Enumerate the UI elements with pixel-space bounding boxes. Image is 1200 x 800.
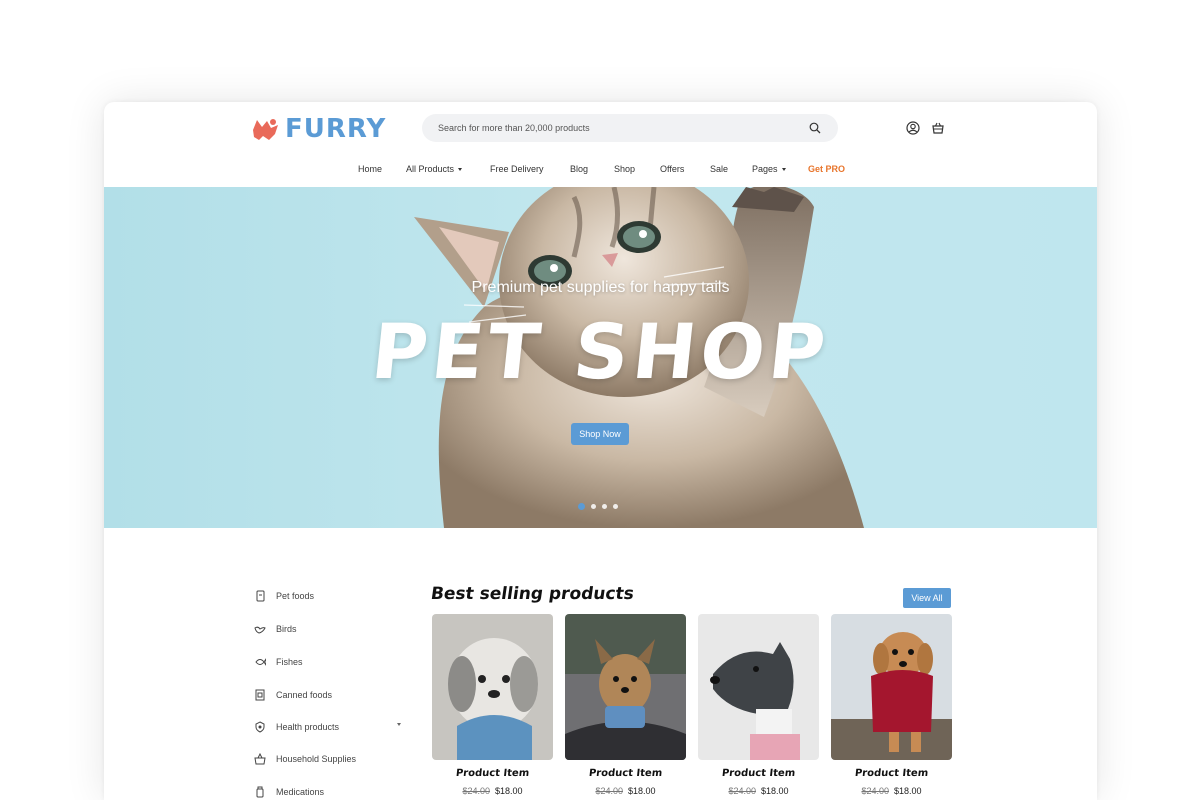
category-label: Pet foods <box>276 591 315 601</box>
product-prices: $24.00 $18.00 <box>831 786 952 796</box>
caret-down-icon <box>458 167 463 171</box>
category-label: Household Supplies <box>276 754 357 764</box>
old-price: $24.00 <box>595 786 623 796</box>
slider-dot[interactable] <box>602 504 607 509</box>
product-name[interactable]: Product Item <box>564 768 686 779</box>
old-price: $24.00 <box>728 786 756 796</box>
nav-label: Pages <box>752 164 778 174</box>
nav-blog[interactable]: Blog <box>570 164 588 174</box>
view-all-button[interactable]: View All <box>903 588 951 608</box>
category-item[interactable]: Medications <box>254 786 404 798</box>
nav-home[interactable]: Home <box>358 164 382 174</box>
slider-dot[interactable] <box>578 503 585 510</box>
product-image[interactable] <box>698 614 819 760</box>
price: $18.00 <box>495 786 523 796</box>
old-price: $24.00 <box>861 786 889 796</box>
nav-label: Get PRO <box>808 164 846 174</box>
slider-dot[interactable] <box>613 504 618 509</box>
product-card[interactable]: Product Item $24.00 $18.00 <box>432 614 553 796</box>
nav-label: Free Delivery <box>490 164 544 174</box>
product-name[interactable]: Product Item <box>697 768 819 779</box>
nav-all-products[interactable]: All Products <box>406 164 463 174</box>
product-prices: $24.00 $18.00 <box>698 786 819 796</box>
product-image[interactable] <box>565 614 686 760</box>
nav-offers[interactable]: Offers <box>660 164 684 174</box>
nav-label: Shop <box>614 164 636 174</box>
product-card[interactable]: Product Item $24.00 $18.00 <box>698 614 819 796</box>
product-prices: $24.00 $18.00 <box>432 786 553 796</box>
search-bar[interactable]: Search for more than 20,000 products <box>422 114 838 142</box>
hero-subtitle: Premium pet supplies for happy tails <box>471 279 730 296</box>
product-name[interactable]: Product Item <box>830 768 952 779</box>
paw-logo-icon <box>253 119 278 140</box>
nav-label: Blog <box>570 164 589 174</box>
slider-dots <box>578 503 618 510</box>
cart-icon[interactable] <box>931 121 945 135</box>
product-prices: $24.00 $18.00 <box>565 786 686 796</box>
slider-dot[interactable] <box>591 504 596 509</box>
price: $18.00 <box>628 786 656 796</box>
category-label: Medications <box>276 787 325 797</box>
nav-label: Home <box>358 164 383 174</box>
shield-icon <box>254 721 266 733</box>
nav-shop[interactable]: Shop <box>614 164 635 174</box>
caret-down-icon <box>781 167 786 171</box>
category-label: Health products <box>276 722 340 732</box>
product-name[interactable]: Product Item <box>431 768 553 779</box>
food-bag-icon <box>254 590 266 602</box>
chevron-down-icon[interactable] <box>397 723 401 726</box>
category-item[interactable]: Canned foods <box>254 689 404 701</box>
browser-frame: FURRY Search for more than 20,000 produc… <box>104 102 1097 800</box>
category-item[interactable]: Pet foods <box>254 590 404 602</box>
price: $18.00 <box>894 786 922 796</box>
category-item[interactable]: Household Supplies <box>254 753 404 765</box>
product-image[interactable] <box>831 614 952 760</box>
nav-pages[interactable]: Pages <box>752 164 786 174</box>
basket-icon <box>254 753 266 765</box>
main-nav: Home All Products Free Delivery Blog Sho… <box>104 164 1097 178</box>
old-price: $24.00 <box>462 786 490 796</box>
hero-banner: Premium pet supplies for happy tails PET… <box>104 187 1097 528</box>
price: $18.00 <box>761 786 789 796</box>
category-label: Canned foods <box>276 690 333 700</box>
category-label: Birds <box>276 624 297 634</box>
nav-sale[interactable]: Sale <box>710 164 728 174</box>
medicine-icon <box>254 786 266 798</box>
nav-label: Offers <box>660 164 685 174</box>
section-title: Best selling products <box>429 584 636 604</box>
nav-label: All Products <box>406 164 455 174</box>
can-icon <box>254 689 266 701</box>
search-input[interactable]: Search for more than 20,000 products <box>438 123 808 133</box>
product-card[interactable]: Product Item $24.00 $18.00 <box>565 614 686 796</box>
product-card[interactable]: Product Item $24.00 $18.00 <box>831 614 952 796</box>
product-image[interactable] <box>432 614 553 760</box>
search-icon[interactable] <box>808 121 822 135</box>
category-item[interactable]: Health products <box>254 721 404 733</box>
category-label: Fishes <box>276 657 303 667</box>
bird-icon <box>254 623 266 635</box>
category-item[interactable]: Fishes <box>254 656 404 668</box>
brand-logo[interactable]: FURRY <box>251 114 386 144</box>
fish-icon <box>254 656 266 668</box>
nav-get-pro[interactable]: Get PRO <box>808 164 845 174</box>
nav-label: Sale <box>710 164 729 174</box>
nav-free-delivery[interactable]: Free Delivery <box>490 164 544 174</box>
hero-title: PET SHOP <box>367 307 834 396</box>
brand-name: FURRY <box>285 114 387 144</box>
shop-now-button[interactable]: Shop Now <box>571 423 629 445</box>
category-item[interactable]: Birds <box>254 623 404 635</box>
user-icon[interactable] <box>906 121 920 135</box>
